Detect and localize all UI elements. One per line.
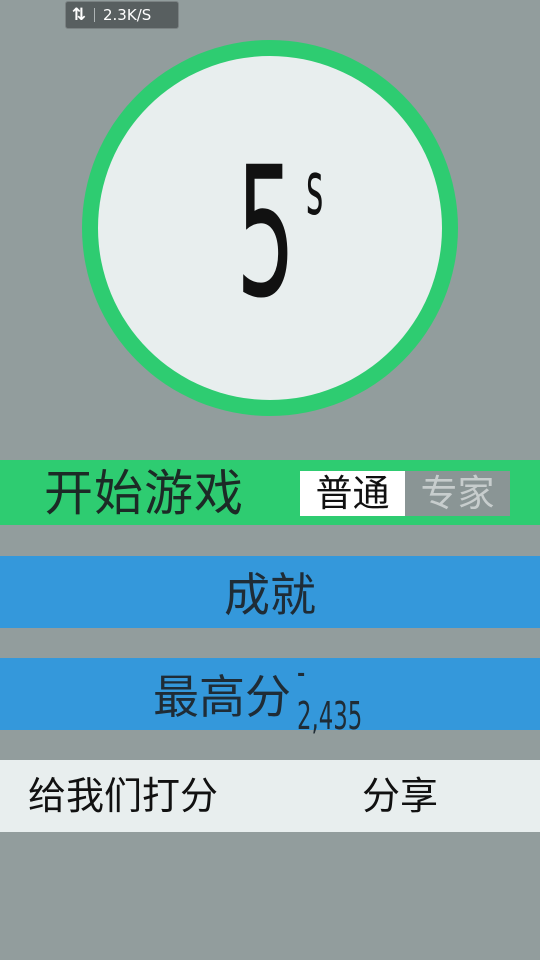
status-divider bbox=[94, 8, 95, 22]
mode-normal-toggle[interactable]: 普通 bbox=[300, 471, 405, 516]
timer-face: 5 s bbox=[98, 56, 442, 400]
mode-expert-toggle[interactable]: 专家 bbox=[405, 471, 510, 516]
network-speed-text: 2.3K/S bbox=[103, 6, 152, 24]
share-button[interactable]: 分享 bbox=[362, 772, 438, 820]
footer-bar: 给我们打分 分享 bbox=[0, 760, 540, 832]
start-game-bar: 开始游戏 普通 专家 bbox=[0, 460, 540, 525]
best-score-value: - 2,435 bbox=[297, 650, 363, 738]
achievements-button[interactable]: 成就 bbox=[0, 556, 540, 628]
best-score-button[interactable]: 最高分 - 2,435 bbox=[0, 650, 540, 738]
timer-unit: s bbox=[306, 146, 324, 232]
up-down-arrows-icon: ⇅ bbox=[71, 5, 87, 25]
achievements-label: 成就 bbox=[224, 568, 316, 622]
best-score-label: 最高分 bbox=[153, 670, 291, 724]
network-speed-indicator: ⇅ 2.3K/S bbox=[65, 1, 179, 29]
timer-value: 5 bbox=[236, 129, 296, 338]
timer-ring: 5 s bbox=[82, 40, 458, 416]
rate-us-button[interactable]: 给我们打分 bbox=[28, 772, 218, 820]
start-game-button[interactable]: 开始游戏 bbox=[44, 466, 244, 522]
